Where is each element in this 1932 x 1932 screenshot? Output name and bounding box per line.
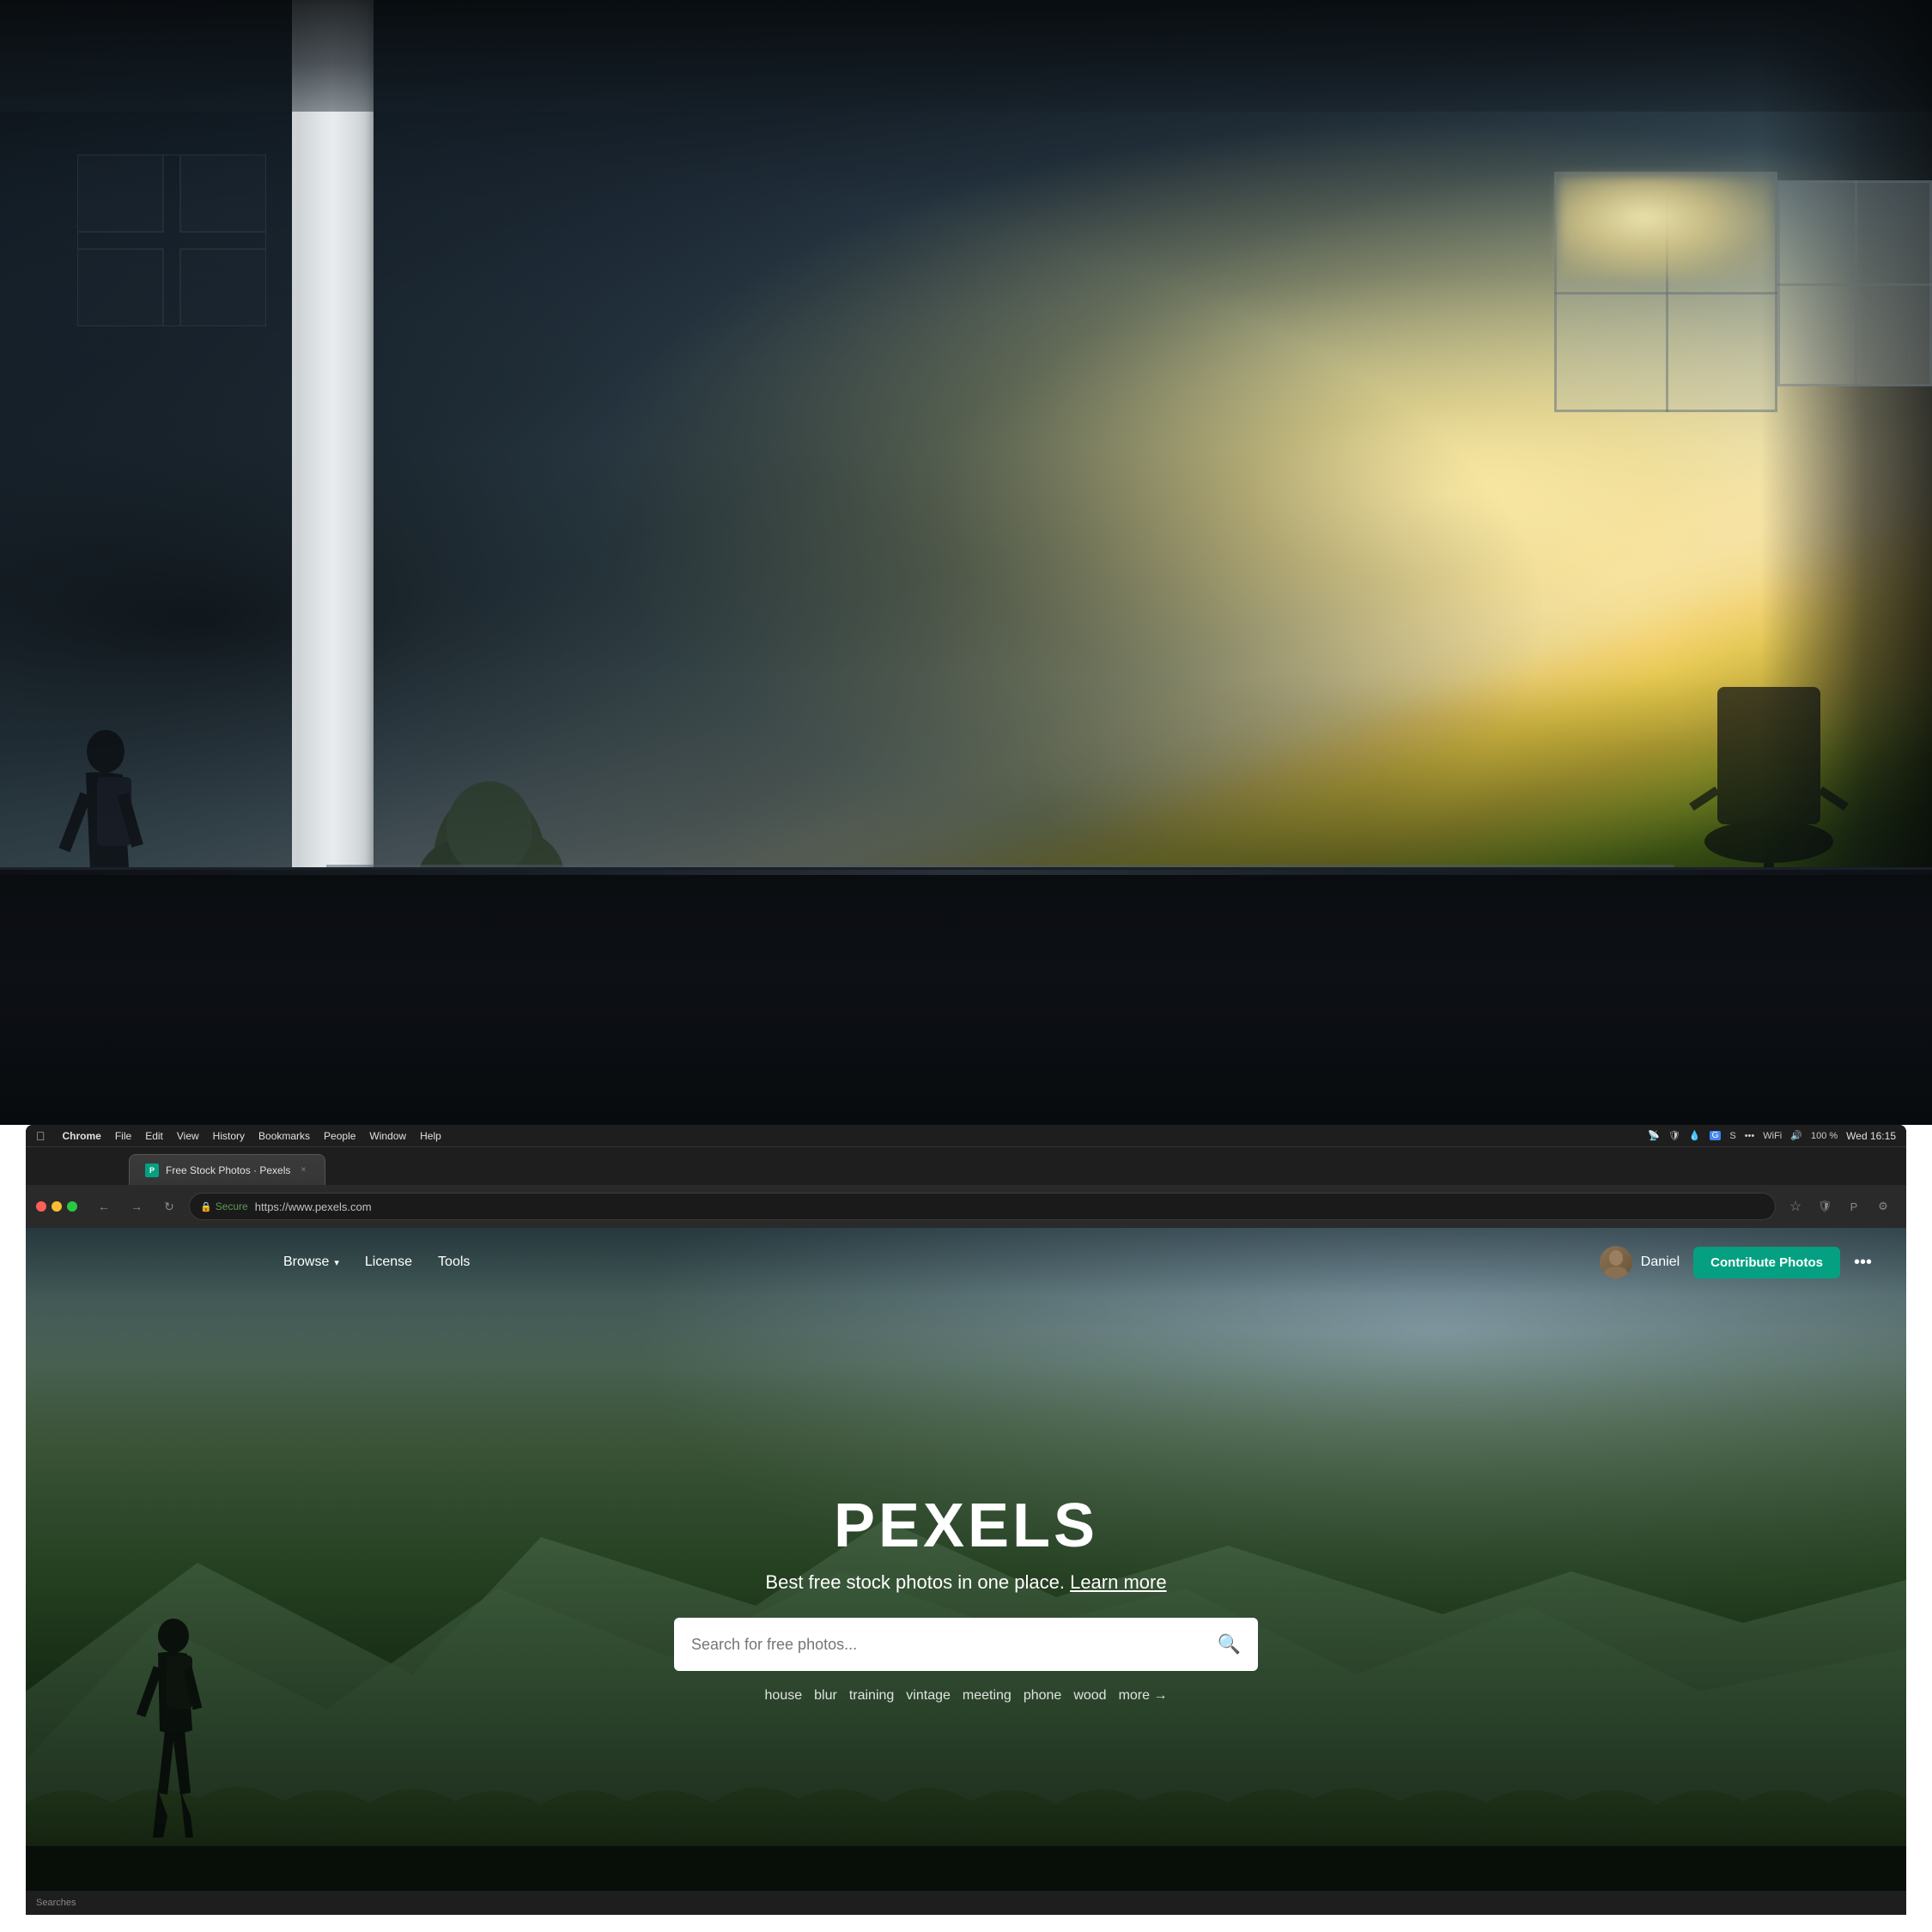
browse-chevron-icon: ▾ (334, 1257, 339, 1268)
browser-navbar: ← → ↻ 🔒 Secure https://www.pexels.com ☆ … (26, 1185, 1906, 1228)
more-options-icon[interactable]: ••• (1854, 1253, 1872, 1273)
hero-content: PEXELS Best free stock photos in one pla… (674, 1491, 1258, 1704)
shield-button[interactable]: 🛡 (1812, 1194, 1838, 1219)
window-close-button[interactable] (36, 1201, 46, 1212)
pexels-header: Browse ▾ License Tools Dan (26, 1228, 1906, 1297)
menu-help[interactable]: Help (420, 1130, 441, 1142)
browse-label: Browse (283, 1255, 329, 1270)
secure-label: Secure (216, 1200, 248, 1212)
tools-button[interactable]: Tools (438, 1255, 470, 1270)
search-bar[interactable]: 🔍 (674, 1618, 1258, 1671)
window-maximize-button[interactable] (67, 1201, 77, 1212)
website-viewport: Browse ▾ License Tools Dan (26, 1228, 1906, 1915)
secure-indicator: 🔒 Secure (200, 1200, 248, 1212)
forward-button[interactable]: → (124, 1194, 149, 1219)
menu-view[interactable]: View (177, 1130, 199, 1142)
tab-close-button[interactable]: × (297, 1164, 309, 1176)
user-avatar (1600, 1246, 1632, 1279)
menu-window[interactable]: Window (369, 1130, 406, 1142)
extensions-button[interactable]: ⚙ (1870, 1194, 1896, 1219)
search-icon: 🔍 (1218, 1633, 1241, 1656)
menu-history[interactable]: History (213, 1130, 245, 1142)
contribute-button[interactable]: Contribute Photos (1693, 1247, 1840, 1279)
pinterest-button[interactable]: P (1841, 1194, 1867, 1219)
hero-subtitle: Best free stock photos in one place. Lea… (674, 1571, 1258, 1594)
search-tag-vintage[interactable]: vintage (906, 1688, 951, 1704)
search-tag-house[interactable]: house (765, 1688, 803, 1704)
window-minimize-button[interactable] (52, 1201, 62, 1212)
search-tag-meeting[interactable]: meeting (963, 1688, 1012, 1704)
site-logo: PEXELS (674, 1491, 1258, 1561)
url-display: https://www.pexels.com (255, 1200, 1765, 1213)
reload-button[interactable]: ↻ (156, 1194, 182, 1219)
system-clock: Wed 16:15 (1846, 1130, 1896, 1142)
search-tag-wood[interactable]: wood (1073, 1688, 1106, 1704)
search-tag-phone[interactable]: phone (1024, 1688, 1062, 1704)
tab-title: Free Stock Photos · Pexels (166, 1164, 290, 1176)
search-input[interactable] (691, 1636, 1218, 1654)
search-tag-blur[interactable]: blur (814, 1688, 837, 1704)
user-name-label: Daniel (1641, 1255, 1680, 1270)
status-text: Searches (36, 1898, 76, 1908)
license-button[interactable]: License (365, 1255, 412, 1270)
search-tag-list: house blur training vintage meeting phon… (674, 1688, 1258, 1704)
back-button[interactable]: ← (91, 1194, 117, 1219)
bookmark-button[interactable]: ☆ (1783, 1194, 1808, 1219)
user-profile-area[interactable]: Daniel (1600, 1246, 1680, 1279)
menu-bookmarks[interactable]: Bookmarks (258, 1130, 310, 1142)
browser-tab-pexels[interactable]: P Free Stock Photos · Pexels × (129, 1154, 325, 1185)
address-bar[interactable]: 🔒 Secure https://www.pexels.com (189, 1193, 1776, 1220)
menu-chrome[interactable]: Chrome (63, 1130, 101, 1142)
search-tag-training[interactable]: training (849, 1688, 894, 1704)
search-more-link[interactable]: more → (1119, 1688, 1168, 1704)
menu-file[interactable]: File (115, 1130, 131, 1142)
battery-indicator: 100 % (1811, 1131, 1838, 1141)
learn-more-link[interactable]: Learn more (1070, 1571, 1167, 1593)
tab-favicon: P (145, 1163, 159, 1177)
browser-status-bar: Searches (26, 1891, 1906, 1915)
menu-edit[interactable]: Edit (145, 1130, 163, 1142)
browse-button[interactable]: Browse ▾ (283, 1255, 339, 1270)
menu-people[interactable]: People (324, 1130, 355, 1142)
